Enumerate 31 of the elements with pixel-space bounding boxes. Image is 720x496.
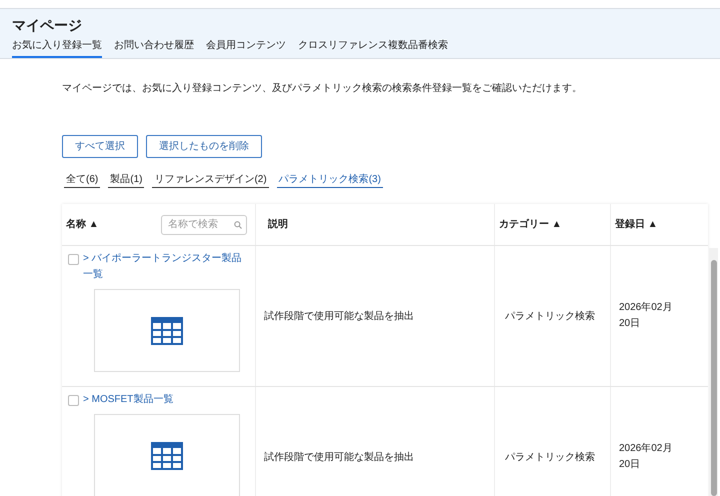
- page-title: マイページ: [12, 16, 83, 35]
- category-text: パラメトリック検索: [505, 310, 595, 324]
- action-button[interactable]: すべて選択: [62, 135, 138, 158]
- filter-tab[interactable]: 製品(1): [108, 172, 144, 188]
- row-checkbox[interactable]: [68, 254, 79, 265]
- date-text: 2026年02月20日: [619, 442, 674, 472]
- item-link[interactable]: > バイポーラートランジスター製品一覧: [83, 251, 243, 283]
- category-text: パラメトリック検索: [505, 450, 595, 464]
- scrollbar[interactable]: [709, 248, 718, 496]
- date-text: 2026年02月20日: [619, 301, 674, 331]
- filter-tab[interactable]: リファレンスデザイン(2): [152, 172, 269, 188]
- intro-text: マイページでは、お気に入り登録コンテンツ、及びパラメトリック検索の検索条件登録一覧をご確認いただけます。: [62, 82, 583, 96]
- search-icon: [234, 220, 242, 228]
- filter-tab[interactable]: パラメトリック検索(3): [276, 172, 383, 188]
- table-icon: [151, 442, 183, 470]
- column-header[interactable]: 説明: [268, 217, 288, 232]
- column-header[interactable]: カテゴリー ▲: [499, 217, 562, 232]
- description-text: 試作段階で使用可能な製品を抽出: [264, 310, 414, 324]
- filter-tab[interactable]: 全て(6): [64, 172, 100, 188]
- action-button[interactable]: 選択したものを削除: [146, 135, 262, 158]
- description-text: 試作段階で使用可能な製品を抽出: [264, 450, 414, 464]
- column-header[interactable]: 登録日 ▲: [615, 217, 658, 232]
- tab[interactable]: 会員用コンテンツ: [206, 38, 286, 58]
- row-checkbox[interactable]: [68, 395, 79, 406]
- search-field[interactable]: 名称で検索: [161, 214, 247, 234]
- tab[interactable]: お問い合わせ履歴: [114, 38, 194, 58]
- item-link[interactable]: > MOSFET製品一覧: [83, 392, 243, 408]
- table-icon: [151, 316, 183, 344]
- tab[interactable]: クロスリファレンス複数品番検索: [298, 38, 448, 58]
- column-header[interactable]: 名称 ▲: [66, 217, 99, 232]
- tab[interactable]: お気に入り登録一覧: [12, 38, 102, 58]
